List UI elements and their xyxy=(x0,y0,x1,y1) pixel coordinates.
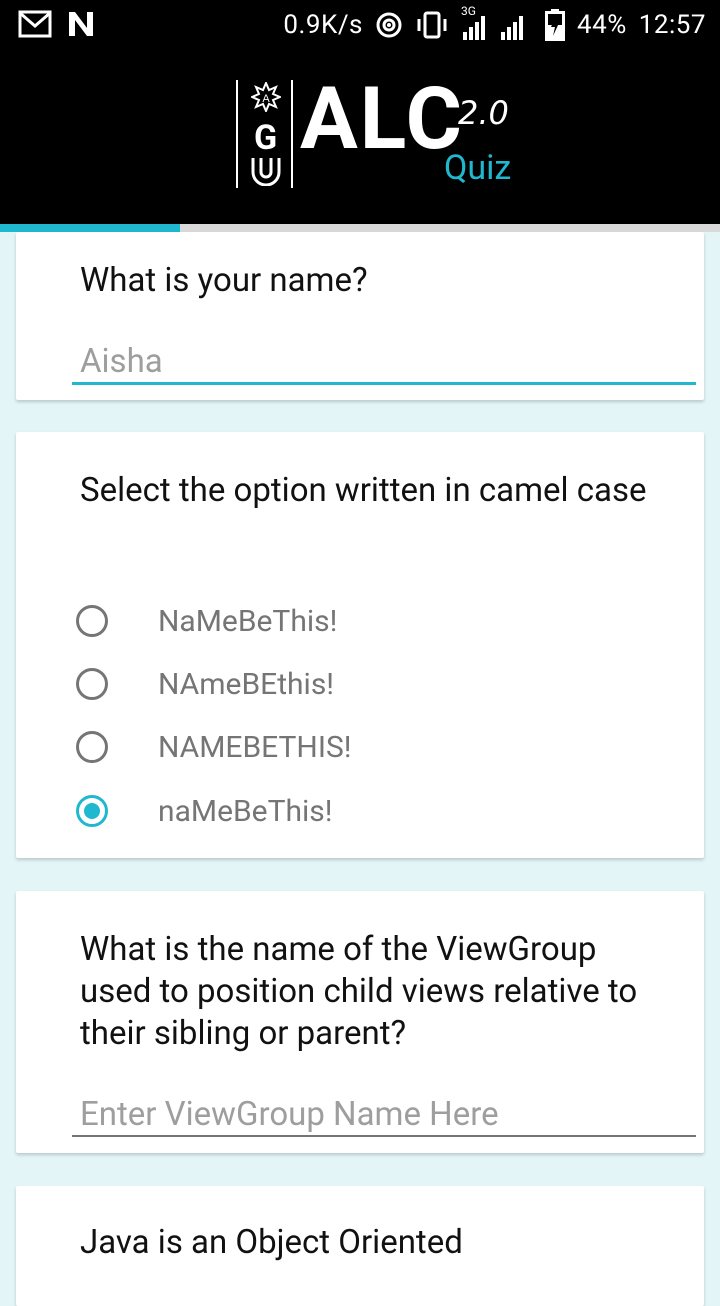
question-card-camelcase: Select the option written in camel case … xyxy=(16,432,704,858)
battery-percent: 44% xyxy=(576,10,627,40)
progress-fill xyxy=(0,224,180,232)
net-speed: 0.9K/s xyxy=(283,10,363,40)
hotspot-icon xyxy=(376,12,402,38)
agu-emblem: A G xyxy=(242,80,290,188)
radio-button[interactable] xyxy=(76,731,108,763)
signal-icon xyxy=(462,16,523,40)
vibrate-icon xyxy=(417,11,447,39)
logo-divider xyxy=(291,80,293,188)
radio-option-1[interactable]: NaMeBeThis! xyxy=(76,596,337,646)
question-text: Select the option written in camel case xyxy=(80,471,647,510)
radio-label[interactable]: NaMeBeThis! xyxy=(158,604,337,639)
radio-button[interactable] xyxy=(76,668,108,700)
viewgroup-input[interactable] xyxy=(72,1089,712,1139)
app-header: A G ALC 2.0 Quiz xyxy=(0,50,720,224)
status-bar: 0.9K/s 3G 44% 12:57 xyxy=(0,0,720,50)
radio-label[interactable]: NAmeBEthis! xyxy=(158,667,334,702)
radio-option-4[interactable]: naMeBeThis! xyxy=(76,786,333,836)
radio-button-selected[interactable] xyxy=(76,795,108,827)
logo-divider xyxy=(236,80,238,188)
battery-icon xyxy=(544,9,565,41)
star-badge-icon: A xyxy=(251,82,281,112)
question-card-viewgroup: What is the name of the ViewGroup used t… xyxy=(16,891,712,1153)
question-text: Java is an Object Oriented xyxy=(80,1223,463,1262)
radio-button[interactable] xyxy=(76,605,108,637)
logo-title: ALC xyxy=(300,68,464,169)
logo-subtitle: Quiz xyxy=(444,148,512,188)
question-text: What is the name of the ViewGroup used t… xyxy=(80,930,638,1053)
logo-version: 2.0 xyxy=(458,94,509,132)
svg-text:A: A xyxy=(262,93,270,105)
radio-option-2[interactable]: NAmeBEthis! xyxy=(76,659,334,709)
name-input[interactable] xyxy=(72,336,712,386)
logo-letter-g: G xyxy=(254,118,278,158)
radio-label[interactable]: naMeBeThis! xyxy=(158,794,333,829)
gmail-icon xyxy=(18,10,52,38)
question-card-name: What is your name? xyxy=(16,232,712,400)
question-card-java: Java is an Object Oriented xyxy=(16,1186,704,1306)
input-underline xyxy=(72,1135,696,1137)
question-text: What is your name? xyxy=(80,261,368,300)
clock: 12:57 xyxy=(638,10,706,40)
signal-group: 3G xyxy=(461,4,533,40)
radio-option-3[interactable]: NAMEBETHIS! xyxy=(76,722,352,772)
input-underline-focused xyxy=(72,382,696,385)
n-notification-icon xyxy=(69,12,93,36)
u-shape-icon xyxy=(251,158,281,186)
radio-label[interactable]: NAMEBETHIS! xyxy=(158,730,352,765)
quiz-progress-bar xyxy=(0,224,720,232)
alc-quiz-logo: A G ALC 2.0 Quiz xyxy=(236,76,526,200)
